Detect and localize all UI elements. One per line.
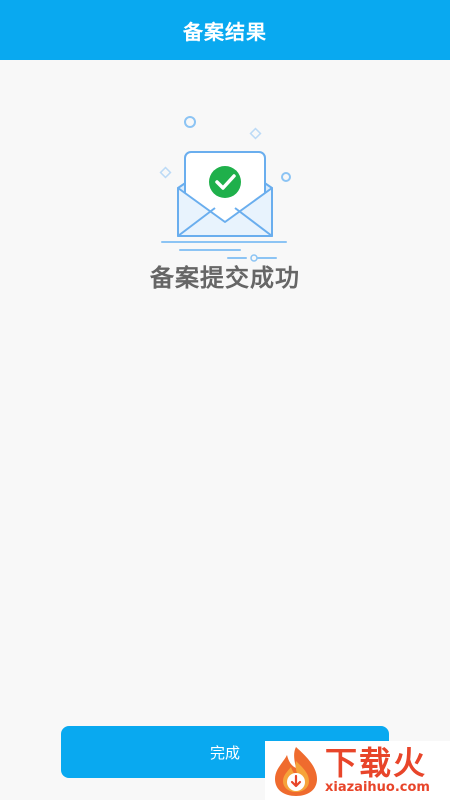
watermark-text: 下载火 xiazaihuo.com bbox=[325, 746, 430, 795]
mail-success-illustration bbox=[159, 116, 291, 262]
watermark-badge: 下载火 xiazaihuo.com bbox=[265, 741, 450, 800]
success-message: 备案提交成功 bbox=[150, 264, 300, 292]
done-button-label: 完成 bbox=[209, 743, 240, 762]
watermark-domain: xiazaihuo.com bbox=[325, 780, 430, 795]
app-header: 备案结果 bbox=[0, 0, 450, 60]
watermark-name: 下载火 bbox=[325, 744, 428, 782]
flame-logo-icon bbox=[275, 746, 317, 796]
page-title: 备案结果 bbox=[183, 19, 267, 44]
